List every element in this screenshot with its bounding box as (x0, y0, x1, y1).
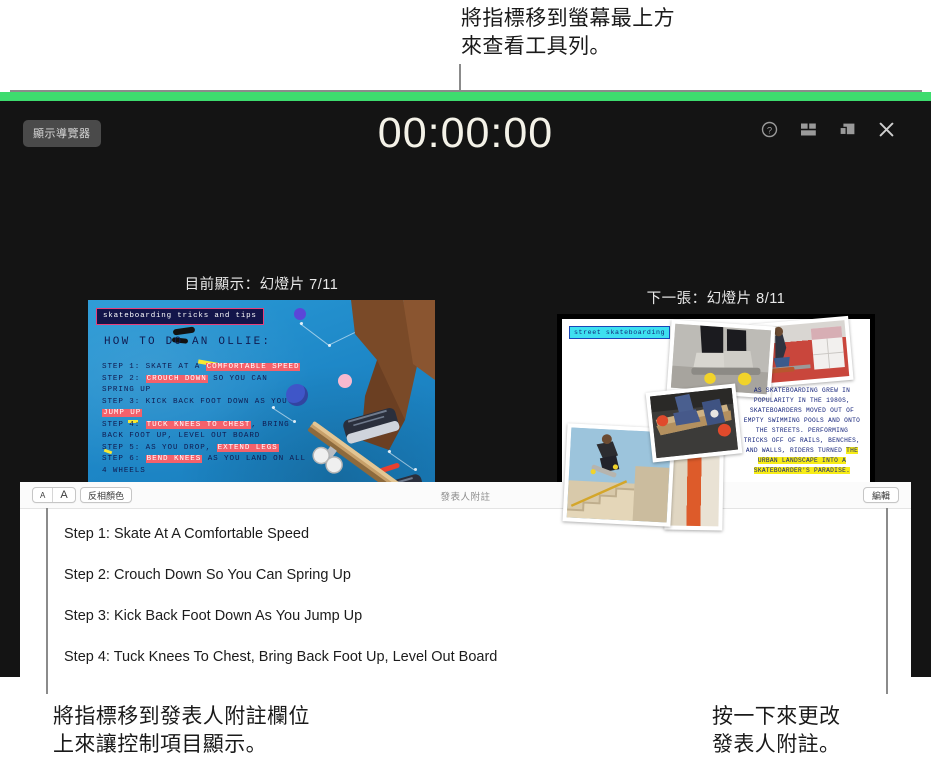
slide-heading: HOW TO DO AN OLLIE: (104, 336, 272, 348)
callout-notes-hover-hint: 將指標移到發表人附註欄位 上來讓控制項目顯示。 (53, 705, 310, 756)
note-line: Step 2: Crouch Down So You Can Spring Up (64, 567, 351, 583)
slide-step-line: STEP 3: KICK BACK FOOT DOWN AS YOU (102, 397, 392, 409)
callout-bottomright-stem (886, 508, 888, 694)
screenshot-root: 將指標移到螢幕最上方 來查看工具列。 顯示導覽器 00:00:00 ? 目前顯示… (0, 0, 931, 777)
slide-step-highlight: CROUCH DOWN (145, 374, 208, 383)
slide-step-line: SPRING UP (102, 385, 392, 397)
slide-step-highlight: EXTEND LEGS (216, 443, 279, 452)
invert-colors-button[interactable]: 反相顏色 (80, 487, 133, 503)
slide-step-prefix: STEP 5: (102, 443, 146, 452)
slide-step-text: AS YOU LAND ON ALL (202, 455, 306, 464)
help-icon[interactable]: ? (761, 121, 778, 138)
slide-step-text: 4 WHEELS (102, 466, 146, 475)
slide-step-text: SKATE AT A (145, 363, 206, 371)
slide-step-text: SO YOU CAN (207, 374, 268, 383)
slide-step-text: BACK FOOT UP, LEVEL OUT BOARD (102, 432, 261, 441)
callout-top-stem (459, 64, 461, 91)
note-line: Step 1: Skate At A Comfortable Speed (64, 526, 310, 542)
top-accent-bar (0, 92, 931, 101)
presenter-toolbar: 顯示導覽器 00:00:00 ? (0, 101, 931, 163)
slide-step-highlight: JUMP UP (102, 409, 143, 418)
slide-step-line: JUMP UP (102, 408, 392, 420)
slide-step-line: STEP 4: TUCK KNEES TO CHEST, BRING (102, 420, 392, 432)
slide-step-prefix: STEP 2: (102, 374, 146, 383)
slide-step-line: STEP 6: BEND KNEES AS YOU LAND ON ALL (102, 454, 392, 466)
next-slide-body-text: AS SKATEBOARDING GREW IN POPULARITY IN T… (743, 386, 861, 476)
decrease-font-size-button[interactable]: A (33, 488, 54, 502)
slide-step-line: BACK FOOT UP, LEVEL OUT BOARD (102, 431, 392, 443)
photo-board-ground (645, 383, 743, 463)
callout-bottomleft-stem (46, 508, 48, 694)
slide-step-text: KICK BACK FOOT DOWN AS YOU (145, 397, 288, 406)
slide-step-line: STEP 5: AS YOU DROP, EXTEND LEGS (102, 443, 392, 455)
close-icon[interactable] (878, 121, 895, 138)
slide-steps-list: STEP 1: SKATE AT A COMFORTABLE SPEED STEP… (102, 362, 392, 477)
slide-step-highlight: BEND KNEES (145, 455, 203, 464)
callout-edit-notes-hint: 按一下來更改 發表人附註。 (712, 705, 841, 756)
body-text-plain: AS SKATEBOARDING GREW IN POPULARITY IN T… (743, 387, 861, 455)
next-slide-tag: street skateboarding (569, 326, 671, 339)
increase-font-size-button[interactable]: A (53, 488, 74, 502)
font-size-control-group: A A (32, 487, 76, 503)
notes-pane-title: 發表人附註 (440, 491, 491, 503)
slide-step-prefix: STEP 3: (102, 397, 146, 406)
presenter-display-window: 顯示導覽器 00:00:00 ? 目前顯示：幻燈片 7/11 下一張：幻燈片 8… (0, 92, 931, 677)
slide-step-line: STEP 2: CROUCH DOWN SO YOU CAN (102, 374, 392, 386)
presenter-notes-pane[interactable]: 發表人附註 A A 反相顏色 編輯 Step 1: Skate At A Com… (20, 482, 911, 677)
slide-step-prefix: STEP 4: (102, 420, 146, 429)
notes-toolbar: 發表人附註 A A 反相顏色 編輯 (20, 482, 911, 509)
slide-step-text: AS YOU DROP, (145, 443, 217, 452)
edit-notes-button[interactable]: 編輯 (862, 487, 899, 503)
slide-step-line: STEP 1: SKATE AT A COMFORTABLE SPEED (102, 362, 392, 374)
note-line: Step 4: Tuck Knees To Chest, Bring Back … (64, 649, 498, 665)
slide-step-highlight: COMFORTABLE SPEED (205, 363, 301, 371)
slide-step-text: SPRING UP (102, 386, 152, 395)
slide-step-prefix: STEP 6: (102, 455, 146, 464)
swap-displays-icon[interactable] (839, 121, 856, 138)
slide-step-line: 4 WHEELS (102, 466, 392, 478)
next-slide-label: 下一張：幻燈片 8/11 (646, 291, 786, 307)
slide-step-prefix: STEP 1: (102, 363, 146, 371)
layout-icon[interactable] (800, 121, 817, 138)
slide-step-highlight: TUCK KNEES TO CHEST (145, 420, 252, 429)
slide-step-text: , BRING (251, 420, 290, 429)
callout-top-toolbar-hint: 將指標移到螢幕最上方 來查看工具列。 (461, 7, 675, 58)
svg-text:?: ? (767, 125, 772, 136)
notes-text-body[interactable]: Step 1: Skate At A Comfortable Speed Step… (20, 509, 911, 677)
slide-title-tag: skateboarding tricks and tips (96, 308, 264, 325)
toolbar-icon-group: ? (761, 121, 895, 138)
note-line: Step 3: Kick Back Foot Down As You Jump … (64, 608, 363, 624)
current-slide-label: 目前顯示：幻燈片 7/11 (184, 277, 339, 293)
